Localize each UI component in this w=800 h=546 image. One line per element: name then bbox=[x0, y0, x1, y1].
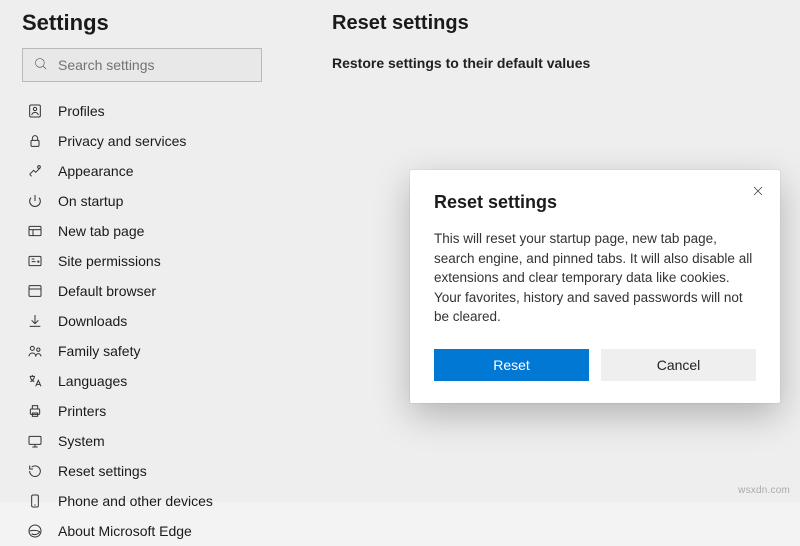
reset-dialog: Reset settings This will reset your star… bbox=[410, 170, 780, 403]
dialog-title: Reset settings bbox=[434, 192, 756, 213]
dialog-actions: Reset Cancel bbox=[434, 349, 756, 381]
dialog-close-button[interactable] bbox=[742, 176, 774, 208]
close-icon bbox=[752, 185, 764, 200]
watermark-text: wsxdn.com bbox=[738, 485, 790, 496]
reset-button[interactable]: Reset bbox=[434, 349, 589, 381]
cancel-button[interactable]: Cancel bbox=[601, 349, 756, 381]
edge-icon bbox=[26, 522, 44, 540]
sidebar-item-about[interactable]: About Microsoft Edge bbox=[22, 516, 272, 546]
sidebar-item-label: About Microsoft Edge bbox=[58, 523, 192, 539]
dialog-body: This will reset your startup page, new t… bbox=[434, 229, 756, 327]
